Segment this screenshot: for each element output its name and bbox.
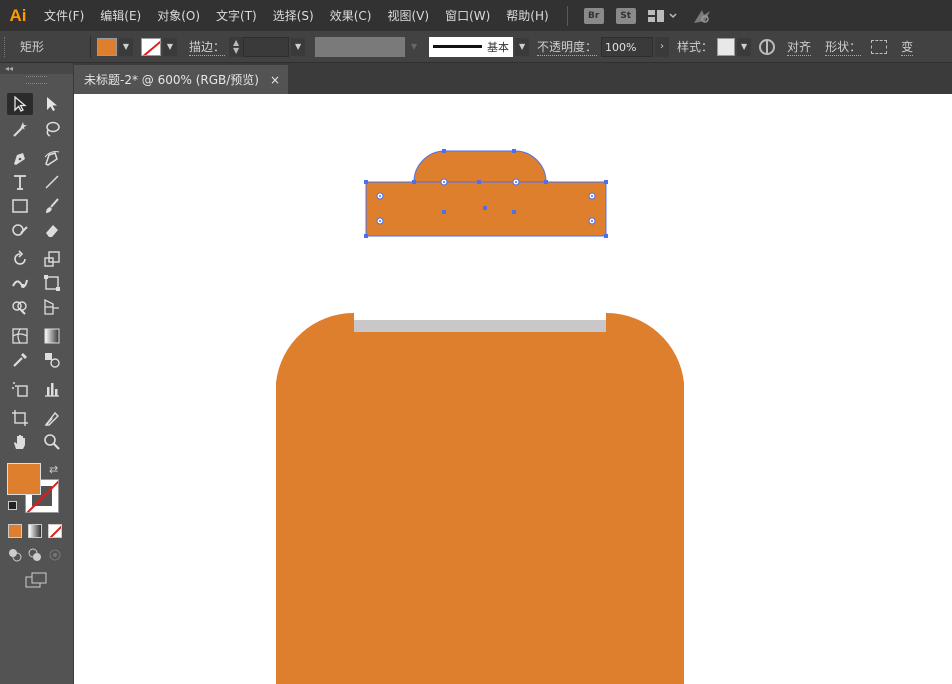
zoom-icon[interactable]	[39, 431, 65, 453]
current-tool-name: 矩形	[20, 40, 45, 54]
draw-inside-icon[interactable]	[48, 548, 62, 562]
stroke-dropdown-icon[interactable]: ▼	[163, 37, 177, 56]
mesh-icon[interactable]	[7, 325, 33, 347]
blend-icon[interactable]	[39, 349, 65, 371]
style-dropdown-icon[interactable]: ▼	[737, 37, 752, 56]
free-transform-icon[interactable]	[39, 272, 65, 294]
fill-dropdown-icon[interactable]: ▼	[119, 37, 133, 56]
paintbrush-icon[interactable]	[39, 195, 65, 217]
pen-icon[interactable]	[7, 147, 33, 169]
menu-view[interactable]: 视图(V)	[379, 7, 437, 24]
lid-strip-top	[354, 313, 606, 320]
eraser-icon[interactable]	[39, 219, 65, 241]
menu-type[interactable]: 文字(T)	[208, 7, 265, 24]
menu-select[interactable]: 选择(S)	[265, 7, 322, 24]
document-tab[interactable]: 未标题-2* @ 600% (RGB/预览) ×	[74, 65, 288, 94]
menu-divider	[566, 5, 568, 26]
align-label[interactable]: 对齐	[787, 38, 812, 56]
hand-icon[interactable]	[7, 431, 33, 453]
bottle-body	[276, 312, 684, 684]
gradient-icon[interactable]	[39, 325, 65, 347]
stroke-weight-dropdown-icon[interactable]: ▼	[291, 37, 306, 56]
stock-button[interactable]: St	[615, 7, 636, 24]
type-icon[interactable]	[7, 171, 33, 193]
menu-help[interactable]: 帮助(H)	[498, 7, 556, 24]
menu-file[interactable]: 文件(F)	[36, 7, 92, 24]
graphic-style-swatch[interactable]	[717, 37, 736, 56]
opacity-field[interactable]: 100%	[601, 36, 654, 57]
tools-panel: ◂◂ ⇄	[0, 63, 74, 684]
direct-selection-icon[interactable]	[39, 93, 65, 115]
gradient-mode-icon[interactable]	[28, 524, 42, 538]
recolor-artwork-icon[interactable]	[759, 38, 776, 55]
stroke-weight-stepper[interactable]: ▲ ▼	[229, 36, 244, 57]
shape-builder-icon[interactable]	[7, 296, 33, 318]
symbol-sprayer-icon[interactable]	[7, 378, 33, 400]
shape-label[interactable]: 形状：	[825, 38, 862, 56]
fill-swatch[interactable]	[97, 37, 117, 56]
draw-normal-icon[interactable]	[8, 548, 22, 562]
document-tab-title: 未标题-2* @ 600% (RGB/预览)	[84, 73, 259, 87]
brush-profile-label: 基本	[487, 40, 510, 54]
artboard-icon[interactable]	[7, 407, 33, 429]
eyedropper-icon[interactable]	[7, 349, 33, 371]
perspective-icon[interactable]	[39, 296, 65, 318]
scale-icon[interactable]	[39, 248, 65, 270]
transform-label[interactable]: 变	[901, 38, 914, 56]
shaper-icon[interactable]	[7, 219, 33, 241]
none-mode-icon[interactable]	[48, 524, 62, 538]
close-tab-icon[interactable]: ×	[270, 73, 280, 87]
magic-wand-icon[interactable]	[7, 118, 33, 140]
fill-color-swatch[interactable]	[7, 463, 41, 495]
opacity-expand-icon[interactable]: ›	[655, 36, 670, 57]
swap-fill-stroke-icon[interactable]: ⇄	[49, 463, 63, 477]
selection-icon[interactable]	[7, 93, 33, 115]
rectangle-icon[interactable]	[7, 195, 33, 217]
brush-definition[interactable]: 基本	[429, 36, 514, 57]
stroke-swatch[interactable]	[141, 37, 161, 56]
line-icon[interactable]	[39, 171, 65, 193]
brush-line	[433, 45, 483, 48]
color-mode-icon[interactable]	[8, 524, 22, 538]
opacity-label[interactable]: 不透明度：	[537, 38, 598, 56]
default-colors-icon[interactable]	[8, 501, 17, 510]
menu-edit[interactable]: 编辑(E)	[92, 7, 149, 24]
control-bar: 矩形 ▼ ▼ 描边： ▲ ▼ ▼ ▼ 基本 ▼ 不透明度： 100% › 样式： …	[0, 31, 952, 63]
draw-behind-icon[interactable]	[28, 548, 42, 562]
workspace-switcher-icon[interactable]	[647, 9, 678, 23]
artboard-canvas[interactable]	[74, 94, 952, 684]
stroke-weight-field[interactable]	[243, 36, 290, 57]
tools-grip[interactable]	[26, 76, 47, 84]
shape-properties-icon[interactable]	[871, 39, 888, 54]
gpu-performance-icon[interactable]	[690, 7, 714, 25]
menu-object[interactable]: 对象(O)	[149, 7, 208, 24]
panel-grip[interactable]	[4, 36, 10, 57]
lasso-icon[interactable]	[39, 118, 65, 140]
curvature-icon[interactable]	[39, 147, 65, 169]
stroke-label[interactable]: 描边：	[189, 38, 226, 56]
style-label: 样式：	[677, 40, 714, 54]
menu-bar: Ai 文件(F) 编辑(E) 对象(O) 文字(T) 选择(S) 效果(C) 视…	[0, 0, 952, 31]
slice-icon[interactable]	[39, 407, 65, 429]
screen-mode-icon[interactable]	[25, 572, 47, 588]
app-logo: Ai	[9, 5, 27, 25]
lid-strip	[354, 320, 606, 332]
warp-icon[interactable]	[7, 272, 33, 294]
collapse-icon[interactable]: ◂◂	[0, 63, 73, 74]
bridge-button[interactable]: Br	[583, 7, 604, 24]
brush-dropdown-icon[interactable]: ▼	[515, 37, 530, 56]
menu-effect[interactable]: 效果(C)	[322, 7, 380, 24]
document-tab-bar: 未标题-2* @ 600% (RGB/预览) ×	[74, 63, 952, 94]
menu-window[interactable]: 窗口(W)	[437, 7, 498, 24]
rotate-icon[interactable]	[7, 248, 33, 270]
artwork	[276, 149, 684, 684]
variable-width-profile[interactable]	[315, 36, 406, 57]
column-graph-icon[interactable]	[39, 378, 65, 400]
divider	[90, 35, 91, 58]
variable-width-dropdown-icon[interactable]: ▼	[407, 37, 422, 56]
